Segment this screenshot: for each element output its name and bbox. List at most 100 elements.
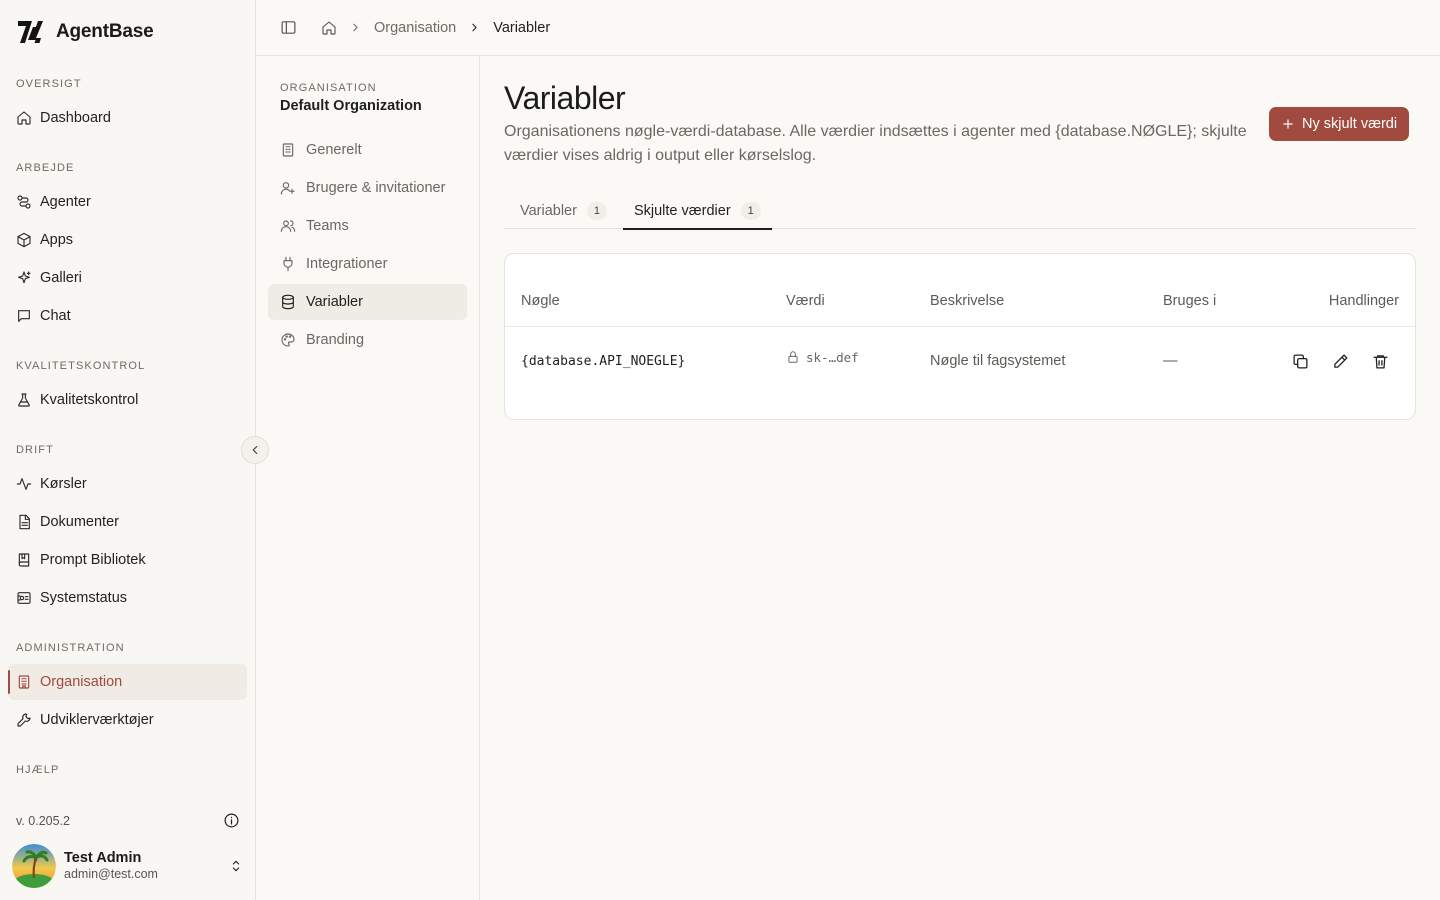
chevrons-up-down-icon [228,858,244,874]
nav-item-dashboard[interactable]: Dashboard [8,100,247,136]
settings-item-teams[interactable]: Teams [268,208,467,244]
secret-description: Nøgle til fagsystemet [930,353,1066,369]
breadcrumb-current: Variabler [493,19,551,36]
secret-value-masked: sk-…def [786,323,859,391]
secret-key: {database.API_NOEGLE} [521,353,686,369]
section-title: ARBEJDE [16,162,75,174]
nav-section-arbejde: ARBEJDE Agenter Apps Galleri Chat [8,160,247,334]
nav-item-label: Dashboard [40,110,111,126]
nav-item-label: Kørsler [40,476,87,492]
user-menu[interactable]: Test Admin admin@test.com [12,842,244,890]
nav-item-korsler[interactable]: Kørsler [8,466,247,502]
nav-item-galleri[interactable]: Galleri [8,260,247,296]
collapse-sidebar-button[interactable] [241,436,269,464]
settings-item-generelt[interactable]: Generelt [268,132,467,168]
route-icon [16,194,32,210]
nav-item-chat[interactable]: Chat [8,298,247,334]
column-header-used-in: Bruges i [1163,293,1217,309]
nav-item-prompt-bibliotek[interactable]: Prompt Bibliotek [8,542,247,578]
nav-item-label: Apps [40,232,74,248]
box-icon [16,232,32,248]
column-header-value: Værdi [786,293,825,309]
logo-icon [18,21,43,43]
pencil-icon [1333,353,1348,368]
top-bar: Organisation Variabler [256,0,1440,56]
nav-item-label: Prompt Bibliotek [40,552,146,568]
breadcrumb-organisation[interactable]: Organisation [374,20,456,36]
nav-section-hjaelp: HJÆLP [8,762,247,778]
nav-item-organisation[interactable]: Organisation [8,664,247,700]
edit-button[interactable] [1330,351,1350,371]
database-icon [280,294,296,310]
settings-item-variabler[interactable]: Variabler [268,284,467,320]
copy-icon [1292,353,1308,369]
wrench-icon [16,712,32,728]
delete-button[interactable] [1370,351,1390,371]
flask-icon [16,392,32,408]
sidebar-toggle-icon[interactable] [280,19,297,36]
nav-item-label: Organisation [40,674,123,690]
user-name: Test Admin [64,850,142,867]
nav-item-kvalitetskontrol[interactable]: Kvalitetskontrol [8,382,247,418]
trash-icon [1372,354,1388,369]
section-title: DRIFT [16,444,54,456]
tab-label: Skjulte værdier [633,202,731,219]
nav-item-label: Systemstatus [40,590,128,606]
version-text: v. 0.205.2 [16,813,70,828]
home-icon[interactable] [321,20,337,36]
settings-nav: ORGANISATION Default Organization Genere… [256,56,480,900]
table-row: {database.API_NOEGLE} sk-…def Nøgle til … [505,327,1415,395]
user-email: admin@test.com [64,867,158,882]
tab-variabler[interactable]: Variabler 1 [504,192,623,229]
app-logo[interactable]: AgentBase [16,18,154,46]
tab-skjulte-vaerdier[interactable]: Skjulte værdier 1 [622,192,772,230]
nav-item-label: Chat [40,308,71,324]
book-icon [16,552,32,568]
section-title: HJÆLP [16,764,60,776]
chevron-left-icon [248,443,262,457]
nav-item-label: Galleri [40,270,82,286]
activity-icon [16,476,32,492]
settings-item-brugere[interactable]: Brugere & invitationer [268,170,467,206]
tab-count-badge: 1 [586,201,607,220]
tabs: Variabler 1 Skjulte værdier 1 [504,192,1416,230]
copy-button[interactable] [1290,351,1310,371]
settings-item-label: Generelt [306,142,362,158]
settings-item-label: Integrationer [306,256,388,272]
building-icon [16,674,32,690]
main-content: Variabler Organisationens nøgle-værdi-da… [480,56,1440,900]
column-header-description: Beskrivelse [930,293,1005,309]
nav-section-drift: DRIFT Kørsler Dokumenter Prompt Bibliote… [8,442,247,616]
version-row: v. 0.205.2 [16,812,240,829]
settings-item-integrationer[interactable]: Integrationer [268,246,467,282]
users-icon [280,218,296,234]
message-icon [16,308,32,324]
chevron-right-icon [349,21,362,34]
table-header: Nøgle Værdi Beskrivelse Bruges i Handlin… [505,254,1415,327]
settings-item-label: Branding [306,332,365,348]
avatar [12,844,56,888]
info-icon[interactable] [223,812,240,829]
nav-item-dokumenter[interactable]: Dokumenter [8,504,247,540]
nav-item-label: Dokumenter [40,514,119,530]
nav-item-udviklervaerktojer[interactable]: Udviklerværktøjer [8,702,247,738]
nav-item-label: Kvalitetskontrol [40,392,139,408]
nav-item-agenter[interactable]: Agenter [8,184,247,220]
section-title: ADMINISTRATION [16,642,125,654]
section-title: OVERSIGT [16,78,82,90]
secret-used-in: — [1163,353,1178,369]
new-secret-button-label: Ny skjult værdi [1302,116,1398,132]
settings-item-branding[interactable]: Branding [268,322,467,358]
server-icon [16,590,32,606]
nav-item-systemstatus[interactable]: Systemstatus [8,580,247,616]
nav-item-apps[interactable]: Apps [8,222,247,258]
nav-section-oversigt: OVERSIGT Dashboard [8,76,247,136]
palette-icon [280,332,296,348]
new-secret-button[interactable]: Ny skjult værdi [1269,107,1410,141]
sparkle-icon [16,270,32,286]
nav-item-label: Udviklerværktøjer [40,712,154,728]
section-title: KVALITETSKONTROL [16,360,146,372]
org-label: ORGANISATION [280,82,377,94]
settings-item-label: Variabler [306,294,363,310]
page-title: Variabler [504,80,626,116]
